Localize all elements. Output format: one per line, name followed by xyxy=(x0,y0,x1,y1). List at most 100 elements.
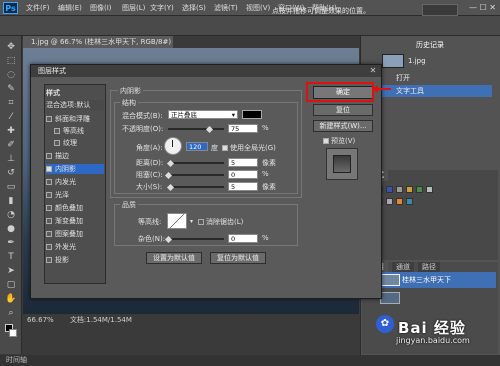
opacity-slider[interactable] xyxy=(168,128,224,130)
size-field[interactable]: 5 xyxy=(228,182,258,191)
style-swatch[interactable] xyxy=(426,186,433,193)
dodge-tool-icon[interactable]: ● xyxy=(5,224,17,234)
style-swatch[interactable] xyxy=(386,186,393,193)
history-snapshot-thumb[interactable] xyxy=(382,54,404,68)
brush-tool-icon[interactable]: ✐ xyxy=(5,140,17,150)
set-default-button[interactable]: 设置为默认值 xyxy=(146,252,202,264)
style-swatch[interactable] xyxy=(406,198,413,205)
style-item-pattern-overlay[interactable]: 图案叠加 xyxy=(46,229,104,239)
move-tool-icon[interactable]: ✥ xyxy=(5,42,17,52)
eyedropper-tool-icon[interactable]: ⁄ xyxy=(5,112,17,122)
style-item-color-overlay[interactable]: 颜色叠加 xyxy=(46,203,104,213)
menu-edit[interactable]: 编辑(E) xyxy=(58,3,82,13)
pen-tool-icon[interactable]: ✒ xyxy=(5,238,17,248)
style-swatch[interactable] xyxy=(386,198,393,205)
preview-checkbox[interactable]: 预览(V) xyxy=(323,136,355,146)
checkbox[interactable] xyxy=(323,138,329,144)
style-item-satin[interactable]: 光泽 xyxy=(46,190,104,200)
checkbox[interactable] xyxy=(54,128,60,134)
history-item-open[interactable]: 打开 xyxy=(382,72,492,84)
style-item-bevel[interactable]: 斜面和浮雕 xyxy=(46,114,104,124)
history-item-type[interactable]: 文字工具 xyxy=(382,85,492,97)
style-swatch[interactable] xyxy=(406,186,413,193)
checkbox[interactable] xyxy=(46,231,52,237)
hand-tool-icon[interactable]: ✋ xyxy=(5,294,17,304)
lasso-tool-icon[interactable]: ◌ xyxy=(5,70,17,80)
checkbox[interactable] xyxy=(54,140,60,146)
eraser-tool-icon[interactable]: ▭ xyxy=(5,182,17,192)
menu-layer[interactable]: 图层(L) xyxy=(122,3,145,13)
checkbox[interactable] xyxy=(46,166,52,172)
menu-image[interactable]: 图像(I) xyxy=(90,3,112,13)
noise-slider[interactable] xyxy=(168,238,224,240)
distance-field[interactable]: 5 xyxy=(228,158,258,167)
chevron-down-icon[interactable]: ▾ xyxy=(190,218,193,225)
quick-select-tool-icon[interactable]: ✎ xyxy=(5,84,17,94)
crop-tool-icon[interactable]: ⌗ xyxy=(5,98,17,108)
checkbox[interactable] xyxy=(46,244,52,250)
angle-dial[interactable] xyxy=(164,137,182,155)
style-item-inner-glow[interactable]: 内发光 xyxy=(46,177,104,187)
checkbox[interactable] xyxy=(46,205,52,211)
status-zoom[interactable]: 66.67% xyxy=(27,316,54,324)
zoom-tool-icon[interactable]: ⌕ xyxy=(5,308,17,318)
document-tab[interactable]: 1.jpg @ 66.7% (桂林三水甲天下, RGB/8#) * × xyxy=(23,36,173,58)
size-slider[interactable] xyxy=(168,186,224,188)
style-item-drop-shadow[interactable]: 投影 xyxy=(46,255,104,265)
blend-mode-select[interactable]: 正片叠底 ▾ xyxy=(168,110,238,119)
styles-header[interactable]: 样式 xyxy=(46,88,104,98)
style-swatch[interactable] xyxy=(396,186,403,193)
style-item-stroke[interactable]: 描边 xyxy=(46,151,104,161)
shadow-color-swatch[interactable] xyxy=(242,110,262,119)
style-item-contour[interactable]: 等高线 xyxy=(46,126,104,136)
type-tool-icon[interactable]: T xyxy=(5,252,17,262)
reset-button[interactable]: 复位 xyxy=(313,104,373,116)
style-item-inner-shadow[interactable]: 内阴影 xyxy=(46,164,104,174)
path-select-tool-icon[interactable]: ➤ xyxy=(5,266,17,276)
menu-file[interactable]: 文件(F) xyxy=(26,3,50,13)
tab-history[interactable]: 历史记录 xyxy=(412,40,448,51)
style-swatch[interactable] xyxy=(396,198,403,205)
noise-field[interactable]: 0 xyxy=(228,234,258,243)
marquee-tool-icon[interactable]: ⬚ xyxy=(5,56,17,66)
antialias-checkbox[interactable]: 消除锯齿(L) xyxy=(198,217,243,227)
style-item-outer-glow[interactable]: 外发光 xyxy=(46,242,104,252)
checkbox[interactable] xyxy=(46,257,52,263)
blend-options-item[interactable]: 混合选项:默认 xyxy=(46,100,104,110)
menu-filter[interactable]: 滤镜(T) xyxy=(214,3,238,13)
choke-slider[interactable] xyxy=(168,174,224,176)
style-item-texture[interactable]: 纹理 xyxy=(46,138,104,148)
checkbox[interactable] xyxy=(198,219,204,225)
photoshop-logo: Ps xyxy=(3,2,18,14)
gradient-tool-icon[interactable]: ▮ xyxy=(5,196,17,206)
style-item-gradient-overlay[interactable]: 渐变叠加 xyxy=(46,216,104,226)
close-icon[interactable]: ✕ xyxy=(368,66,378,76)
reset-default-button[interactable]: 复位为默认值 xyxy=(210,252,266,264)
healing-tool-icon[interactable]: ✚ xyxy=(5,126,17,136)
style-swatch[interactable] xyxy=(416,186,423,193)
shape-tool-icon[interactable]: ▢ xyxy=(5,280,17,290)
window-controls[interactable]: — ☐ ✕ xyxy=(469,3,496,12)
stamp-tool-icon[interactable]: ⊥ xyxy=(5,154,17,164)
timeline-bar[interactable]: 时间轴 xyxy=(0,355,500,366)
checkbox[interactable] xyxy=(46,179,52,185)
angle-field[interactable]: 120 xyxy=(186,142,208,151)
checkbox[interactable] xyxy=(46,116,52,122)
background-color-swatch[interactable] xyxy=(9,329,17,337)
menu-view[interactable]: 视图(V) xyxy=(246,3,270,13)
menu-select[interactable]: 选择(S) xyxy=(182,3,206,13)
checkbox[interactable] xyxy=(46,218,52,224)
blur-tool-icon[interactable]: ◔ xyxy=(5,210,17,220)
workspace-dropdown[interactable] xyxy=(422,4,458,16)
opacity-field[interactable]: 75 xyxy=(228,124,258,133)
checkbox[interactable] xyxy=(222,145,228,151)
distance-slider[interactable] xyxy=(168,162,224,164)
new-style-button[interactable]: 新建样式(W)... xyxy=(313,120,373,132)
global-light-checkbox[interactable]: 使用全局光(G) xyxy=(222,143,276,153)
history-snapshot-name[interactable]: 1.jpg xyxy=(408,57,426,65)
checkbox[interactable] xyxy=(46,192,52,198)
history-brush-tool-icon[interactable]: ↺ xyxy=(5,168,17,178)
choke-field[interactable]: 0 xyxy=(228,170,258,179)
menu-type[interactable]: 文字(Y) xyxy=(150,3,174,13)
checkbox[interactable] xyxy=(46,153,52,159)
